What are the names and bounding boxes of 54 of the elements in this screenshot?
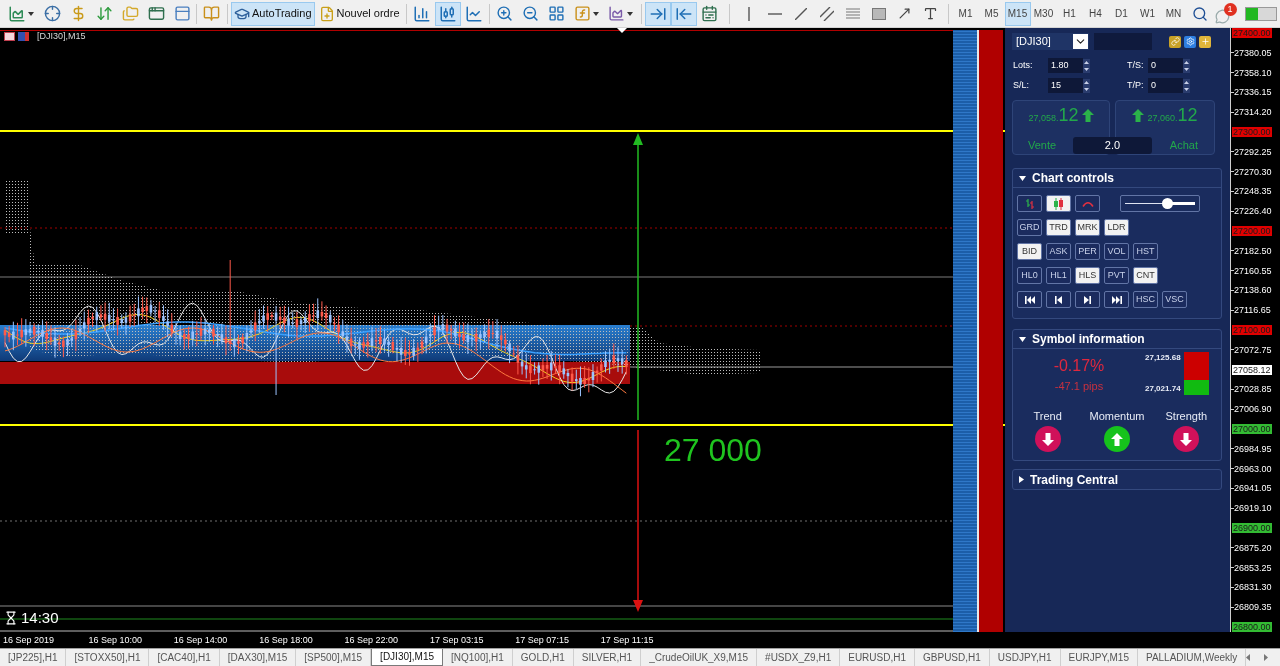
field-label: T/S: xyxy=(1126,58,1145,72)
price-label: 27072.75 xyxy=(1234,344,1272,355)
time-label: 16 Sep 10:00 xyxy=(88,635,142,645)
price-marker: 26900.00 xyxy=(1232,522,1272,533)
price-label: 26919.10 xyxy=(1234,503,1272,514)
price-label: 27380.05 xyxy=(1234,47,1272,58)
price-label: 27270.30 xyxy=(1234,166,1272,177)
price-marker: 27200.00 xyxy=(1232,225,1272,236)
price-label: 27358.10 xyxy=(1234,67,1272,78)
signal-label: Momentum xyxy=(1089,411,1145,422)
field-label: S/L: xyxy=(1012,78,1030,92)
time-label: 16 Sep 2019 xyxy=(3,635,55,645)
field-label: T/P: xyxy=(1126,78,1145,92)
buy-label: Achat xyxy=(1169,140,1199,151)
change-percent: -0.17% xyxy=(1053,358,1105,374)
price-label: 27006.90 xyxy=(1234,404,1272,415)
price-label: 27138.60 xyxy=(1234,285,1272,296)
price-marker: 27300.00 xyxy=(1232,127,1272,137)
price-label: 26941.05 xyxy=(1234,483,1272,494)
time-label: 16 Sep 18:00 xyxy=(259,635,313,645)
price-label: 27182.50 xyxy=(1234,245,1272,256)
price-label: 26875.20 xyxy=(1234,542,1272,553)
price-label: 26809.35 xyxy=(1234,602,1272,613)
price-marker: 26800.00 xyxy=(1232,621,1272,632)
signal-label: Strength xyxy=(1165,411,1208,422)
time-label: 17 Sep 03:15 xyxy=(429,635,484,645)
price-marker: 27058.12 xyxy=(1232,364,1272,375)
price-label: 27116.65 xyxy=(1234,305,1271,316)
price-marker: 27400.00 xyxy=(1232,28,1272,38)
time-label: 17 Sep 11:15 xyxy=(600,635,654,645)
time-label: 16 Sep 14:00 xyxy=(173,635,228,645)
price-label: 27336.15 xyxy=(1234,87,1272,98)
price-label: 26963.00 xyxy=(1234,463,1272,474)
low-price: 27,021.74 xyxy=(1145,385,1181,393)
price-label: 26853.25 xyxy=(1234,562,1272,573)
time-label: 17 Sep 07:15 xyxy=(515,635,569,645)
price-label: 26831.30 xyxy=(1234,582,1272,593)
price-marker: 27100.00 xyxy=(1232,324,1272,335)
price-label: 27028.85 xyxy=(1234,384,1272,395)
time-label: 16 Sep 22:00 xyxy=(344,635,399,645)
price-label: 27160.55 xyxy=(1234,265,1272,276)
price-label: 27248.35 xyxy=(1234,186,1272,197)
signal-label: Trend xyxy=(1033,411,1062,422)
field-label: Lots: xyxy=(1012,58,1034,72)
buy-price: 27,060.12 xyxy=(1147,106,1198,124)
price-label: 27314.20 xyxy=(1234,107,1272,118)
price-label: 27292.25 xyxy=(1234,146,1272,157)
sell-label: Vente xyxy=(1027,140,1057,151)
change-pips: -47.1 pips xyxy=(1054,381,1104,392)
price-label: 27226.40 xyxy=(1234,206,1272,217)
high-price: 27,125.68 xyxy=(1145,354,1181,362)
sell-price: 27,058.12 xyxy=(1028,106,1079,124)
price-marker: 27000.00 xyxy=(1232,423,1272,434)
price-label: 26984.95 xyxy=(1234,443,1272,454)
